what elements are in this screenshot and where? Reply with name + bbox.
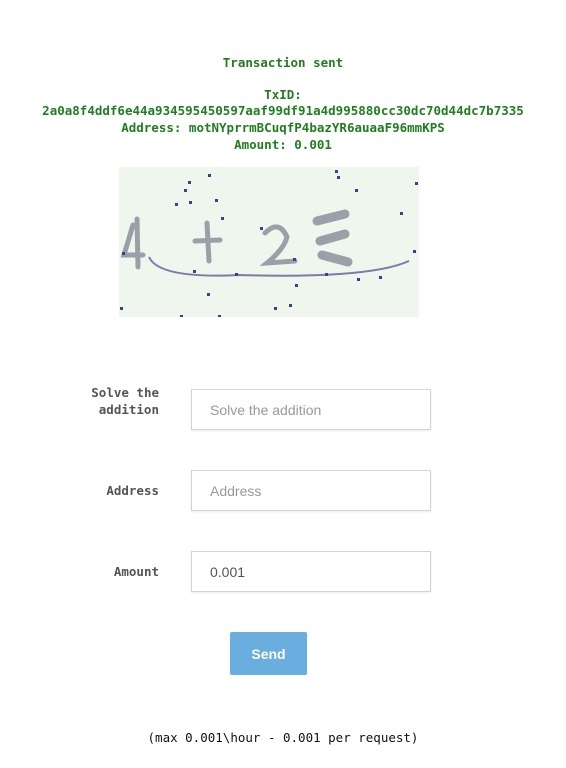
send-button[interactable]: Send xyxy=(230,632,307,675)
captcha-graphic xyxy=(120,170,418,317)
captcha-answer-label: Solve the addition xyxy=(91,385,159,417)
captcha-answer-input[interactable] xyxy=(191,389,431,430)
captcha-noise xyxy=(120,170,418,317)
captcha-image xyxy=(119,167,419,317)
sent-amount: Amount: 0.001 xyxy=(234,137,332,152)
sent-address: Address: motNYprrmBCuqfP4bazYR6auaaF96mm… xyxy=(121,120,445,135)
transaction-status: Transaction sent xyxy=(222,55,344,70)
amount-input[interactable] xyxy=(191,551,431,592)
address-label: Address xyxy=(106,483,159,498)
txid-value: 2a0a8f4ddf6e44a934595450597aaf99df91a4d9… xyxy=(42,103,524,118)
captcha-characters xyxy=(120,209,353,270)
txid-label: TxID: xyxy=(264,87,302,102)
amount-label: Amount xyxy=(113,564,159,579)
rate-limit-note: (max 0.001\hour - 0.001 per request) xyxy=(147,730,419,745)
address-input[interactable] xyxy=(191,470,431,511)
